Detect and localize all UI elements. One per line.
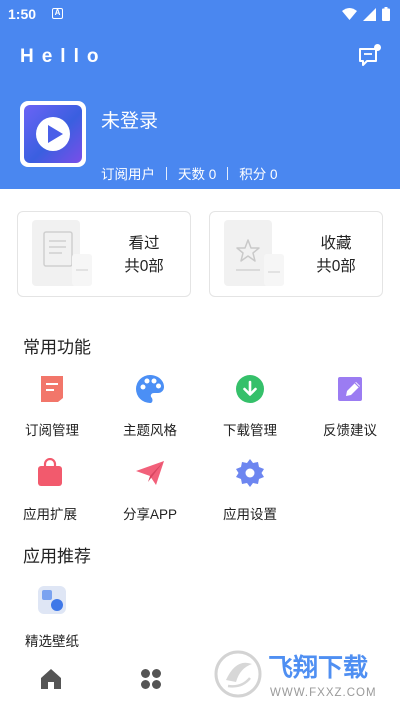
- paper-plane-icon: [136, 461, 164, 485]
- status-time: 1:50: [8, 6, 37, 22]
- avatar[interactable]: [20, 101, 86, 167]
- palette-icon: [136, 375, 164, 403]
- divider: [227, 166, 229, 180]
- theme-style-button[interactable]: 主题风格: [105, 373, 195, 443]
- subscription-management-button[interactable]: 订阅管理: [7, 373, 97, 443]
- message-button[interactable]: [356, 42, 384, 70]
- download-management-button[interactable]: 下载管理: [205, 373, 295, 443]
- login-status[interactable]: 未登录: [101, 106, 158, 133]
- subscription-icon: [41, 376, 63, 402]
- status-bar: 1:50 A: [0, 0, 400, 28]
- app-settings-label: 应用设置: [223, 507, 277, 522]
- divider: [166, 166, 167, 180]
- grid-icon: [141, 669, 161, 689]
- download-management-label: 下载管理: [223, 423, 277, 438]
- common-functions-title: 常用功能: [23, 338, 91, 357]
- share-app-label: 分享APP: [122, 507, 177, 522]
- favorites-illustration-icon: [224, 220, 284, 286]
- nav-category-tab[interactable]: [138, 666, 164, 692]
- history-illustration-icon: [32, 220, 92, 286]
- subscription-management-label: 订阅管理: [25, 423, 79, 438]
- days-count: 天数 0: [178, 167, 217, 182]
- signal-icon: [363, 7, 376, 21]
- battery-icon: [382, 7, 390, 21]
- share-app-button[interactable]: 分享APP: [105, 457, 195, 527]
- app-extension-label: 应用扩展: [23, 507, 77, 522]
- download-icon: [236, 375, 264, 403]
- wallpaper-label: 精选壁纸: [25, 634, 79, 649]
- profile-header: 1:50 A Hello 未登录 订阅用户 天数 0 积分 0: [0, 0, 400, 189]
- home-icon: [41, 669, 61, 689]
- favorites-count: 共0部: [316, 258, 356, 275]
- history-count: 共0部: [124, 258, 164, 275]
- notification-badge-icon: A: [52, 8, 63, 19]
- app-settings-button[interactable]: 应用设置: [205, 457, 295, 527]
- favorites-title: 收藏: [320, 235, 352, 252]
- app-title: Hello: [20, 46, 107, 67]
- favorites-card[interactable]: 收藏 共0部: [209, 211, 383, 297]
- play-logo-icon: [36, 117, 70, 151]
- theme-style-label: 主题风格: [123, 423, 177, 438]
- watermark-url: WWW.FXXZ.COM: [270, 687, 377, 699]
- history-title: 看过: [128, 235, 160, 252]
- user-stats: 订阅用户 天数 0 积分 0: [101, 163, 278, 183]
- wallpaper-button[interactable]: 精选壁纸: [7, 584, 97, 654]
- points-count: 积分 0: [239, 167, 278, 182]
- message-icon: [359, 44, 381, 66]
- settings-gear-icon: [236, 459, 264, 487]
- watermark-brand: 飞翔下载: [268, 654, 368, 682]
- wallpaper-icon: [38, 586, 66, 614]
- feedback-label: 反馈建议: [323, 423, 377, 438]
- wifi-icon: [342, 8, 357, 20]
- app-extension-button[interactable]: 应用扩展: [5, 457, 95, 527]
- watermark-logo: 飞翔下载 WWW.FXXZ.COM: [214, 650, 377, 699]
- feedback-button[interactable]: 反馈建议: [305, 373, 395, 443]
- history-card[interactable]: 看过 共0部: [17, 211, 191, 297]
- shopping-bag-icon: [38, 458, 62, 486]
- member-type: 订阅用户: [101, 167, 155, 182]
- recommendations-title: 应用推荐: [23, 547, 91, 566]
- feedback-edit-icon: [338, 377, 362, 401]
- nav-home-tab[interactable]: [38, 666, 64, 692]
